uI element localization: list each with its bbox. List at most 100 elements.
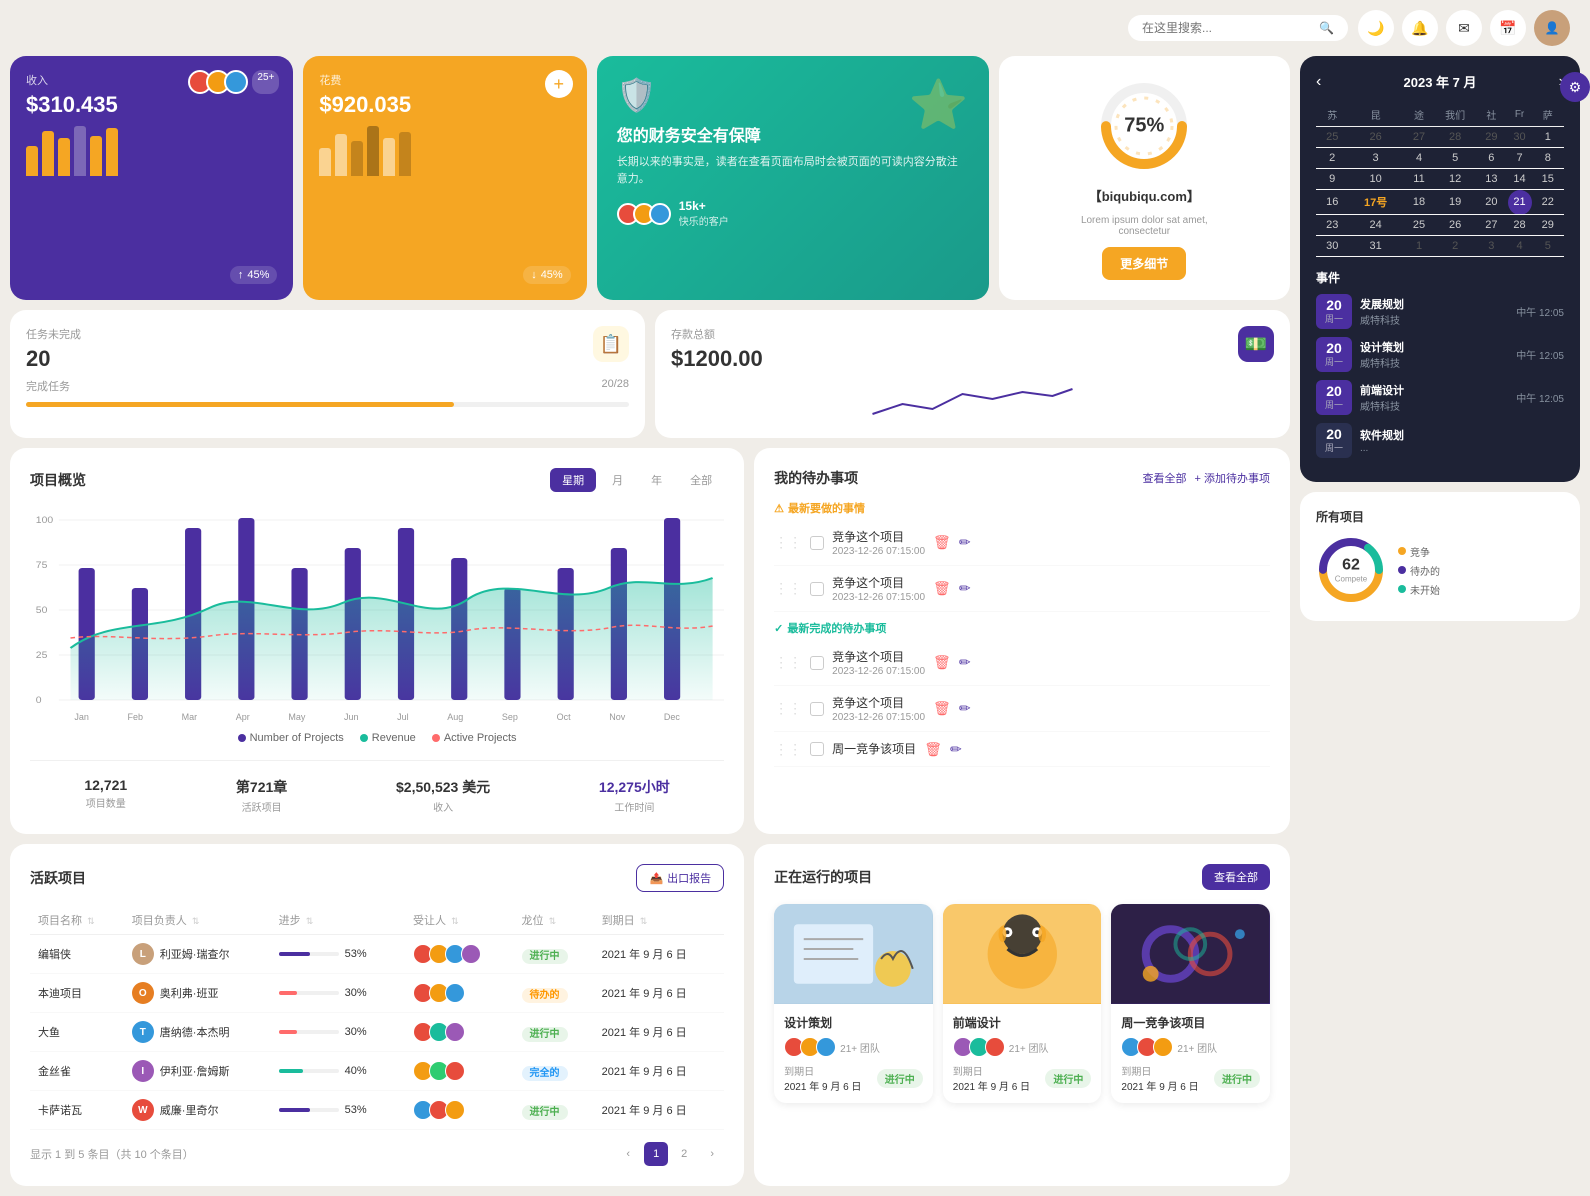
todo-check-0[interactable] (810, 536, 824, 550)
cal-day[interactable]: 11 (1403, 169, 1435, 190)
cal-day[interactable]: 31 (1348, 236, 1402, 257)
tab-month[interactable]: 月 (600, 468, 635, 492)
project-due-wrap-2: 到期日 2021 年 9 月 6 日 (1121, 1063, 1198, 1093)
todo-add[interactable]: + 添加待办事项 (1195, 470, 1270, 486)
todo-check-1[interactable] (810, 582, 824, 596)
cal-day[interactable]: 26 (1348, 127, 1402, 148)
search-box[interactable]: 🔍 (1128, 15, 1348, 41)
drag-handle-2[interactable]: ⋮⋮ (774, 654, 802, 671)
sort-assignee[interactable]: ⇅ (451, 916, 459, 926)
cal-day has-event[interactable]: 17号 (1348, 190, 1402, 215)
todo-edit-2[interactable]: ✏ (959, 654, 971, 671)
cal-day[interactable]: 22 (1532, 190, 1564, 215)
drag-handle-3[interactable]: ⋮⋮ (774, 700, 802, 717)
drag-handle-1[interactable]: ⋮⋮ (774, 580, 802, 597)
cal-day[interactable]: 4 (1403, 148, 1435, 169)
cal-day[interactable]: 19 (1435, 190, 1475, 215)
todo-delete-2[interactable]: 🗑 (933, 654, 951, 671)
cal-day[interactable]: 28 (1508, 215, 1532, 236)
cal-body: 25 26 27 28 29 30 1 2 3 4 5 6 7 (1316, 127, 1564, 257)
cal-day[interactable]: 6 (1475, 148, 1507, 169)
cal-day[interactable]: 18 (1403, 190, 1435, 215)
cal-day[interactable]: 5 (1532, 236, 1564, 257)
cal-prev[interactable]: ‹ (1316, 73, 1321, 91)
tab-all[interactable]: 全部 (678, 468, 724, 492)
export-btn[interactable]: 📤 出口报告 (636, 864, 724, 892)
cal-day[interactable]: 2 (1316, 148, 1348, 169)
cal-day[interactable]: 14 (1508, 169, 1532, 190)
tab-year[interactable]: 年 (639, 468, 674, 492)
cal-day[interactable]: 13 (1475, 169, 1507, 190)
cal-day[interactable]: 30 (1316, 236, 1348, 257)
tab-week[interactable]: 星期 (550, 468, 596, 492)
todo-delete-1[interactable]: 🗑 (933, 580, 951, 597)
row-assignee-1 (405, 974, 514, 1013)
cal-day[interactable]: 30 (1508, 127, 1532, 148)
stat-3: 12,275小时 工作时间 (599, 777, 670, 814)
todo-edit-4[interactable]: ✏ (950, 741, 962, 758)
cal-day[interactable]: 24 (1348, 215, 1402, 236)
cal-day-today[interactable]: 21 (1508, 190, 1532, 215)
mail-icon[interactable]: ✉ (1446, 10, 1482, 46)
cal-day[interactable]: 5 (1435, 148, 1475, 169)
cal-day[interactable]: 1 (1532, 127, 1564, 148)
cal-day[interactable]: 23 (1316, 215, 1348, 236)
cal-day[interactable]: 29 (1475, 127, 1507, 148)
donut-more-btn[interactable]: 更多细节 (1102, 247, 1186, 280)
promo-bottom: 15k+ 快乐的客户 (617, 199, 969, 228)
project-team-count-0: 21+ 团队 (840, 1040, 880, 1055)
cal-day[interactable]: 28 (1435, 127, 1475, 148)
sort-lead[interactable]: ⇅ (192, 916, 200, 926)
cal-day[interactable]: 26 (1435, 215, 1475, 236)
todo-actions[interactable]: 查看全部 + 添加待办事项 (1143, 470, 1270, 486)
search-input[interactable] (1142, 21, 1311, 35)
todo-check-4[interactable] (810, 742, 824, 756)
cal-day[interactable]: 12 (1435, 169, 1475, 190)
todo-delete-3[interactable]: 🗑 (933, 700, 951, 717)
cal-day[interactable]: 7 (1508, 148, 1532, 169)
todo-view-all[interactable]: 查看全部 (1143, 470, 1187, 486)
drag-handle-0[interactable]: ⋮⋮ (774, 534, 802, 551)
cal-day[interactable]: 10 (1348, 169, 1402, 190)
user-avatar[interactable]: 👤 (1534, 10, 1570, 46)
todo-delete-4[interactable]: 🗑 (924, 741, 942, 758)
cal-day[interactable]: 16 (1316, 190, 1348, 215)
page-2[interactable]: 2 (672, 1142, 696, 1166)
calendar-icon[interactable]: 📅 (1490, 10, 1526, 46)
notifications-icon[interactable]: 🔔 (1402, 10, 1438, 46)
cal-day[interactable]: 3 (1348, 148, 1402, 169)
cal-day[interactable]: 25 (1403, 215, 1435, 236)
sort-status[interactable]: ⇅ (549, 916, 557, 926)
drag-handle-4[interactable]: ⋮⋮ (774, 741, 802, 758)
page-next[interactable]: › (700, 1142, 724, 1166)
revenue-title: 收入 (26, 72, 277, 88)
sort-due[interactable]: ⇅ (640, 916, 648, 926)
event-weekday-3: 周一 (1322, 441, 1346, 454)
cal-day[interactable]: 2 (1435, 236, 1475, 257)
cal-day[interactable]: 29 (1532, 215, 1564, 236)
cal-day[interactable]: 27 (1475, 215, 1507, 236)
todo-edit-1[interactable]: ✏ (959, 580, 971, 597)
cal-day[interactable]: 9 (1316, 169, 1348, 190)
row-name-3: 金丝雀 (30, 1052, 124, 1091)
cal-day[interactable]: 8 (1532, 148, 1564, 169)
todo-check-3[interactable] (810, 702, 824, 716)
todo-check-2[interactable] (810, 656, 824, 670)
page-prev[interactable]: ‹ (616, 1142, 640, 1166)
view-all-running[interactable]: 查看全部 (1202, 864, 1270, 890)
sort-name[interactable]: ⇅ (87, 916, 95, 926)
todo-delete-0[interactable]: 🗑 (933, 534, 951, 551)
cal-day[interactable]: 25 (1316, 127, 1348, 148)
cal-day[interactable]: 27 (1403, 127, 1435, 148)
page-1[interactable]: 1 (644, 1142, 668, 1166)
cal-day[interactable]: 1 (1403, 236, 1435, 257)
sort-progress[interactable]: ⇅ (306, 916, 314, 926)
cal-day[interactable]: 20 (1475, 190, 1507, 215)
cal-day[interactable]: 3 (1475, 236, 1507, 257)
todo-edit-3[interactable]: ✏ (959, 700, 971, 717)
settings-gear[interactable]: ⚙ (1560, 72, 1590, 102)
cal-day[interactable]: 15 (1532, 169, 1564, 190)
cal-day[interactable]: 4 (1508, 236, 1532, 257)
todo-edit-0[interactable]: ✏ (959, 534, 971, 551)
theme-toggle[interactable]: 🌙 (1358, 10, 1394, 46)
